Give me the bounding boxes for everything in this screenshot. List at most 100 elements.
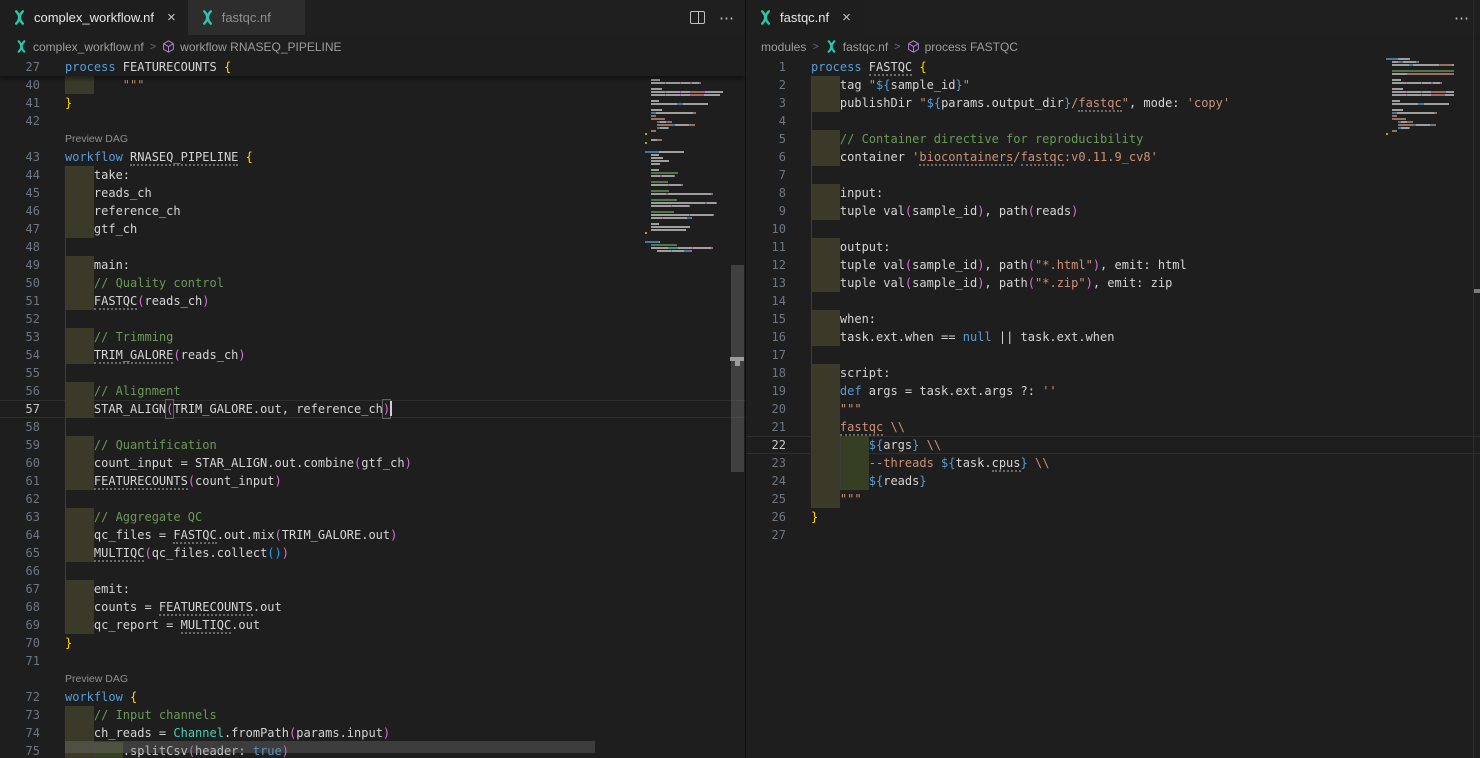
code-line[interactable]: 45reads_ch <box>0 184 745 202</box>
line-number[interactable]: 7 <box>746 166 786 184</box>
line-number[interactable]: 43 <box>0 148 40 166</box>
line-number[interactable]: 57 <box>0 400 40 418</box>
code-line[interactable]: 63// Aggregate QC <box>0 508 745 526</box>
code-line[interactable]: 3publishDir "${params.output_dir}/fastqc… <box>746 94 1480 112</box>
code-line[interactable]: 18script: <box>746 364 1480 382</box>
line-number[interactable]: 11 <box>746 238 786 256</box>
split-editor-icon[interactable] <box>690 11 705 24</box>
line-number[interactable]: 70 <box>0 634 40 652</box>
breadcrumb-folder[interactable]: modules <box>761 40 806 54</box>
line-number[interactable]: 22 <box>746 436 786 454</box>
code-line[interactable]: 4 <box>746 112 1480 130</box>
line-number[interactable]: 72 <box>0 688 40 706</box>
code-line[interactable]: 46reference_ch <box>0 202 745 220</box>
minimap[interactable] <box>645 58 731 258</box>
code-line[interactable]: 1process FASTQC { <box>746 58 1480 76</box>
scrollbar-track[interactable] <box>1473 0 1474 758</box>
code-line[interactable]: 12tuple val(sample_id), path("*.html"), … <box>746 256 1480 274</box>
line-number[interactable]: 15 <box>746 310 786 328</box>
code-line[interactable]: 27 <box>746 526 1480 544</box>
code-line[interactable]: 43workflow RNASEQ_PIPELINE { <box>0 148 745 166</box>
code-line[interactable]: 42 <box>0 112 745 130</box>
close-icon[interactable]: × <box>842 9 851 26</box>
line-number[interactable]: 9 <box>746 202 786 220</box>
code-line[interactable]: 74ch_reads = Channel.fromPath(params.inp… <box>0 724 745 742</box>
codelens-preview-dag[interactable]: Preview DAG <box>0 670 745 688</box>
line-number[interactable]: 45 <box>0 184 40 202</box>
line-number[interactable]: 47 <box>0 220 40 238</box>
tab-fastqc-right[interactable]: fastqc.nf × <box>746 0 863 35</box>
more-actions-icon[interactable]: ⋯ <box>719 9 735 27</box>
code-line[interactable]: 71 <box>0 652 745 670</box>
line-number[interactable]: 46 <box>0 202 40 220</box>
code-line[interactable]: 66 <box>0 562 745 580</box>
code-line[interactable]: 14 <box>746 292 1480 310</box>
code-line[interactable]: 62 <box>0 490 745 508</box>
line-number[interactable]: 52 <box>0 310 40 328</box>
line-number[interactable]: 75 <box>0 742 40 758</box>
line-number[interactable]: 25 <box>746 490 786 508</box>
code-line[interactable]: 20""" <box>746 400 1480 418</box>
line-number[interactable]: 42 <box>0 112 40 130</box>
line-number[interactable]: 61 <box>0 472 40 490</box>
breadcrumb-symbol[interactable]: process FASTQC <box>925 40 1018 54</box>
code-line[interactable]: 52 <box>0 310 745 328</box>
code-line[interactable]: 56// Alignment <box>0 382 745 400</box>
line-number[interactable]: 60 <box>0 454 40 472</box>
code-line[interactable]: 54TRIM_GALORE(reads_ch) <box>0 346 745 364</box>
code-line[interactable]: 49main: <box>0 256 745 274</box>
line-number[interactable]: 55 <box>0 364 40 382</box>
code-line[interactable]: 26} <box>746 508 1480 526</box>
code-line[interactable]: 2tag "${sample_id}" <box>746 76 1480 94</box>
code-line[interactable]: 23--threads ${task.cpus} \\ <box>746 454 1480 472</box>
line-number[interactable]: 12 <box>746 256 786 274</box>
line-number[interactable]: 50 <box>0 274 40 292</box>
code-line[interactable]: 8input: <box>746 184 1480 202</box>
tab-fastqc-left[interactable]: fastqc.nf × <box>188 0 305 35</box>
code-line[interactable]: 57STAR_ALIGN(TRIM_GALORE.out, reference_… <box>0 400 745 418</box>
tab-complex-workflow[interactable]: complex_workflow.nf × <box>0 0 188 35</box>
code-line[interactable]: 7 <box>746 166 1480 184</box>
line-number[interactable]: 58 <box>0 418 40 436</box>
line-number[interactable]: 62 <box>0 490 40 508</box>
line-number[interactable]: 8 <box>746 184 786 202</box>
line-number[interactable]: 14 <box>746 292 786 310</box>
code-line[interactable]: 21fastqc \\ <box>746 418 1480 436</box>
code-line[interactable]: 9tuple val(sample_id), path(reads) <box>746 202 1480 220</box>
line-number[interactable]: 54 <box>0 346 40 364</box>
line-number[interactable]: 4 <box>746 112 786 130</box>
line-number[interactable]: 74 <box>0 724 40 742</box>
code-line[interactable]: 25""" <box>746 490 1480 508</box>
line-number[interactable]: 56 <box>0 382 40 400</box>
line-number[interactable]: 24 <box>746 472 786 490</box>
sticky-code-line[interactable]: 27process FEATURECOUNTS { <box>0 58 745 76</box>
line-number[interactable]: 40 <box>0 76 40 94</box>
line-number[interactable]: 1 <box>746 58 786 76</box>
line-number[interactable]: 49 <box>0 256 40 274</box>
line-number[interactable]: 2 <box>746 76 786 94</box>
code-line[interactable]: 47gtf_ch <box>0 220 745 238</box>
code-line[interactable]: 50// Quality control <box>0 274 745 292</box>
code-line[interactable]: 55 <box>0 364 745 382</box>
line-number[interactable]: 48 <box>0 238 40 256</box>
code-line[interactable]: 64qc_files = FASTQC.out.mix(TRIM_GALORE.… <box>0 526 745 544</box>
line-number[interactable]: 73 <box>0 706 40 724</box>
breadcrumb-symbol[interactable]: workflow RNASEQ_PIPELINE <box>180 40 341 54</box>
more-actions-icon[interactable]: ⋯ <box>1454 9 1470 27</box>
horizontal-scrollbar[interactable] <box>65 741 595 753</box>
code-line[interactable]: 73// Input channels <box>0 706 745 724</box>
breadcrumb-file[interactable]: complex_workflow.nf <box>33 40 144 54</box>
close-icon[interactable]: × <box>167 9 176 26</box>
line-number[interactable]: 26 <box>746 508 786 526</box>
line-number[interactable]: 5 <box>746 130 786 148</box>
line-number[interactable]: 67 <box>0 580 40 598</box>
code-line[interactable]: 5// Container directive for reproducibil… <box>746 130 1480 148</box>
code-line[interactable]: 19def args = task.ext.args ?: '' <box>746 382 1480 400</box>
code-line[interactable]: 58 <box>0 418 745 436</box>
code-line[interactable]: 13tuple val(sample_id), path("*.zip"), e… <box>746 274 1480 292</box>
line-number[interactable]: 53 <box>0 328 40 346</box>
line-number[interactable]: 16 <box>746 328 786 346</box>
line-number[interactable]: 19 <box>746 382 786 400</box>
code-line[interactable]: 44take: <box>0 166 745 184</box>
code-line[interactable]: 6container 'biocontainers/fastqc:v0.11.9… <box>746 148 1480 166</box>
